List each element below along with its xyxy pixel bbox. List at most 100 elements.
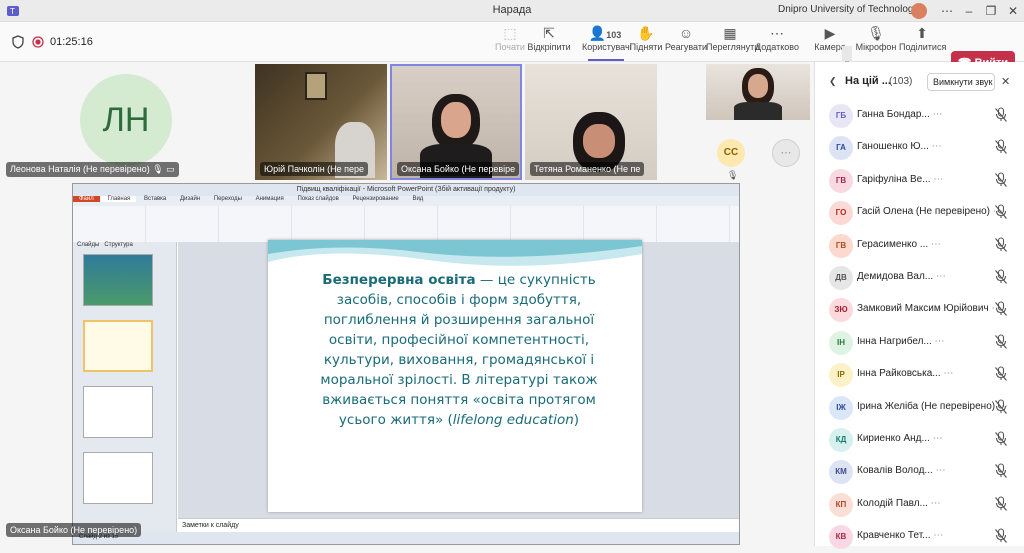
more-icon[interactable]: ⋯ (933, 174, 943, 185)
mute-all-button[interactable]: Вимкнути звук ... (927, 73, 995, 91)
camera-icon: ▶ (824, 25, 836, 41)
portrait-image (305, 72, 327, 100)
participant-name: Гаріфуліна Ве... ⋯ (857, 173, 944, 185)
participant-avatar: ГВ (829, 233, 853, 258)
participant-avatar: ДВ (829, 266, 853, 290)
participant-row[interactable]: ДВ Демидова Вал... ⋯ (815, 262, 1024, 294)
participant-name: Інна Райковська... ⋯ (857, 368, 954, 380)
self-video-tile[interactable] (706, 64, 810, 120)
more-icon[interactable]: ⋯ (936, 465, 946, 476)
more-icon[interactable]: ⋯ (935, 336, 945, 347)
slide-thumbnail[interactable] (83, 452, 153, 504)
share-button[interactable]: ⬆ Поділитися (899, 24, 946, 60)
participant-name-tag: Тетяна Романенко (Не пе (530, 162, 645, 176)
video-tile[interactable]: Тетяна Романенко (Не пе (525, 64, 657, 180)
participant-row[interactable]: КП Колодій Павл... ⋯ (815, 489, 1024, 521)
participant-name-tag: Леонова Наталія (Не перевірено) 🎙 ▭ (6, 162, 179, 177)
mic-button[interactable]: 🎙 Мікрофон (854, 24, 898, 60)
participant-row[interactable]: КД Кириенко Анд... ⋯ (815, 424, 1024, 456)
more-icon[interactable]: ⋯ (933, 109, 943, 120)
video-tile-active[interactable]: Оксана Бойко (Не перевіре (390, 64, 522, 180)
participant-name: Ковалів Волод... ⋯ (857, 465, 946, 477)
people-button[interactable]: 👤103 Користувачі (582, 24, 632, 60)
participant-row[interactable]: КВ Кравченко Тет... ⋯ (815, 521, 1024, 553)
face-image (583, 124, 615, 158)
record-icon: ⬚ (503, 25, 517, 41)
participant-name: Колодій Павл... ⋯ (857, 497, 941, 509)
participant-name: Замковий Максим Юрійович ⋯ (857, 303, 1002, 315)
participant-row[interactable]: ІР Інна Райковська... ⋯ (815, 359, 1024, 391)
more-options-icon[interactable]: ⋯ (936, 2, 958, 20)
participant-avatar: КД (829, 428, 853, 452)
participant-row[interactable]: ГВ Гаріфуліна Ве... ⋯ (815, 165, 1024, 197)
record-button[interactable]: ⬚ Почати (488, 24, 532, 60)
view-button[interactable]: ▦ Переглянути (706, 24, 759, 60)
participant-name-tag: Юрій Пачколін (Не пере (260, 162, 369, 176)
restore-icon[interactable]: ❐ (980, 2, 1002, 20)
more-button[interactable]: ⋯ Додатково (754, 24, 800, 60)
presenter-name-tag: Оксана Бойко (Не перевірено) (6, 523, 142, 537)
close-icon[interactable]: ✕ (1001, 75, 1010, 88)
participant-name: Ганна Бондар... ⋯ (857, 109, 943, 120)
slide-thumbnail[interactable] (83, 386, 153, 438)
minimize-icon[interactable]: – (958, 2, 980, 20)
raise-hand-icon: ✋ (637, 25, 655, 41)
participant-row[interactable]: ІЖ Ірина Желіба (Не перевірено) ⋯ (815, 392, 1024, 424)
participant-row[interactable]: ЗЮ Замковий Максим Юрійович ⋯ (815, 294, 1024, 326)
unpin-icon: ⇱ (543, 25, 555, 41)
ppt-status-bar: Слайд 2 из 15 (73, 532, 739, 544)
more-icon: ⋯ (770, 25, 784, 41)
participant-avatar: ІН (829, 330, 853, 355)
title-bar: T Нарада Dnipro University of Technology… (0, 0, 1024, 22)
ppt-title-bar: Підвищ кваліфікації - Microsoft PowerPoi… (73, 184, 739, 196)
slide-thumbnail-selected[interactable] (83, 320, 153, 372)
raise-hand-button[interactable]: ✋ Підняти (624, 24, 668, 60)
participant-row[interactable]: ГА Ганошенко Ю... ⋯ (815, 132, 1024, 164)
more-icon[interactable]: ⋯ (931, 498, 941, 509)
mic-off-icon (995, 528, 1007, 544)
slide-thumbnails-pane: Слайды Структура (73, 242, 177, 532)
video-tile[interactable]: Юрій Пачколін (Не пере (255, 64, 387, 180)
meeting-toolbar: 01:25:16 ⬚ Почати ⇱ Відкріпити 👤103 Користу… (0, 22, 1024, 76)
user-avatar[interactable] (911, 3, 927, 19)
ppt-ribbon-tabs: Файл Главная Вставка Дизайн Переходы Ани… (73, 196, 739, 206)
participant-avatar: ЗЮ (829, 298, 853, 323)
participant-row[interactable]: КМ Ковалів Волод... ⋯ (815, 456, 1024, 488)
mic-off-icon (995, 172, 1007, 187)
mic-off-icon (995, 301, 1007, 317)
more-icon[interactable]: ⋯ (943, 368, 953, 379)
active-indicator (588, 59, 624, 61)
participant-row[interactable]: ГБ Ганна Бондар... ⋯ (815, 100, 1024, 132)
mic-off-icon (995, 366, 1007, 382)
participant-count: (103) (889, 76, 913, 87)
panel-title: На цій ... (845, 75, 891, 87)
participant-row[interactable]: ІН Інна Нагрибел... ⋯ (815, 327, 1024, 359)
close-icon[interactable]: ✕ (1002, 2, 1024, 20)
view-icon: ▦ (723, 25, 737, 41)
notes-pane[interactable]: Заметки к слайду (178, 518, 739, 532)
shield-icon[interactable] (12, 35, 24, 49)
mic-off-icon (995, 237, 1007, 252)
more-icon[interactable]: ⋯ (936, 271, 946, 282)
more-icon[interactable]: ⋯ (931, 239, 941, 250)
avatar-initials-cc: СС (717, 139, 745, 167)
recording-icon (32, 36, 44, 48)
people-icon: 👤103 (588, 25, 622, 41)
slide-thumbnail[interactable] (83, 254, 153, 306)
mic-off-icon (995, 496, 1007, 511)
unpin-button[interactable]: ⇱ Відкріпити (527, 24, 571, 60)
react-button[interactable]: ☺ Реагувати (664, 24, 708, 60)
participant-row[interactable]: ГО Гасій Олена (Не перевірено) ⋯ (815, 197, 1024, 229)
more-icon[interactable]: ⋯ (933, 530, 943, 541)
chevron-left-icon[interactable]: ❮ (829, 76, 837, 87)
more-icon[interactable]: ⋯ (933, 433, 943, 444)
avatar-initials-ln: ЛН (80, 74, 172, 166)
more-icon[interactable]: ⋯ (932, 141, 942, 152)
participant-name-tag: Оксана Бойко (Не перевіре (397, 162, 520, 176)
more-participants-icon[interactable]: ⋯ (772, 139, 800, 167)
face-image (748, 74, 768, 98)
participant-avatar: ГБ (829, 104, 853, 128)
participant-avatar: ІР (829, 363, 853, 388)
participant-row[interactable]: ГВ Герасименко ... ⋯ (815, 230, 1024, 262)
participant-name: Кравченко Тет... ⋯ (857, 530, 944, 542)
